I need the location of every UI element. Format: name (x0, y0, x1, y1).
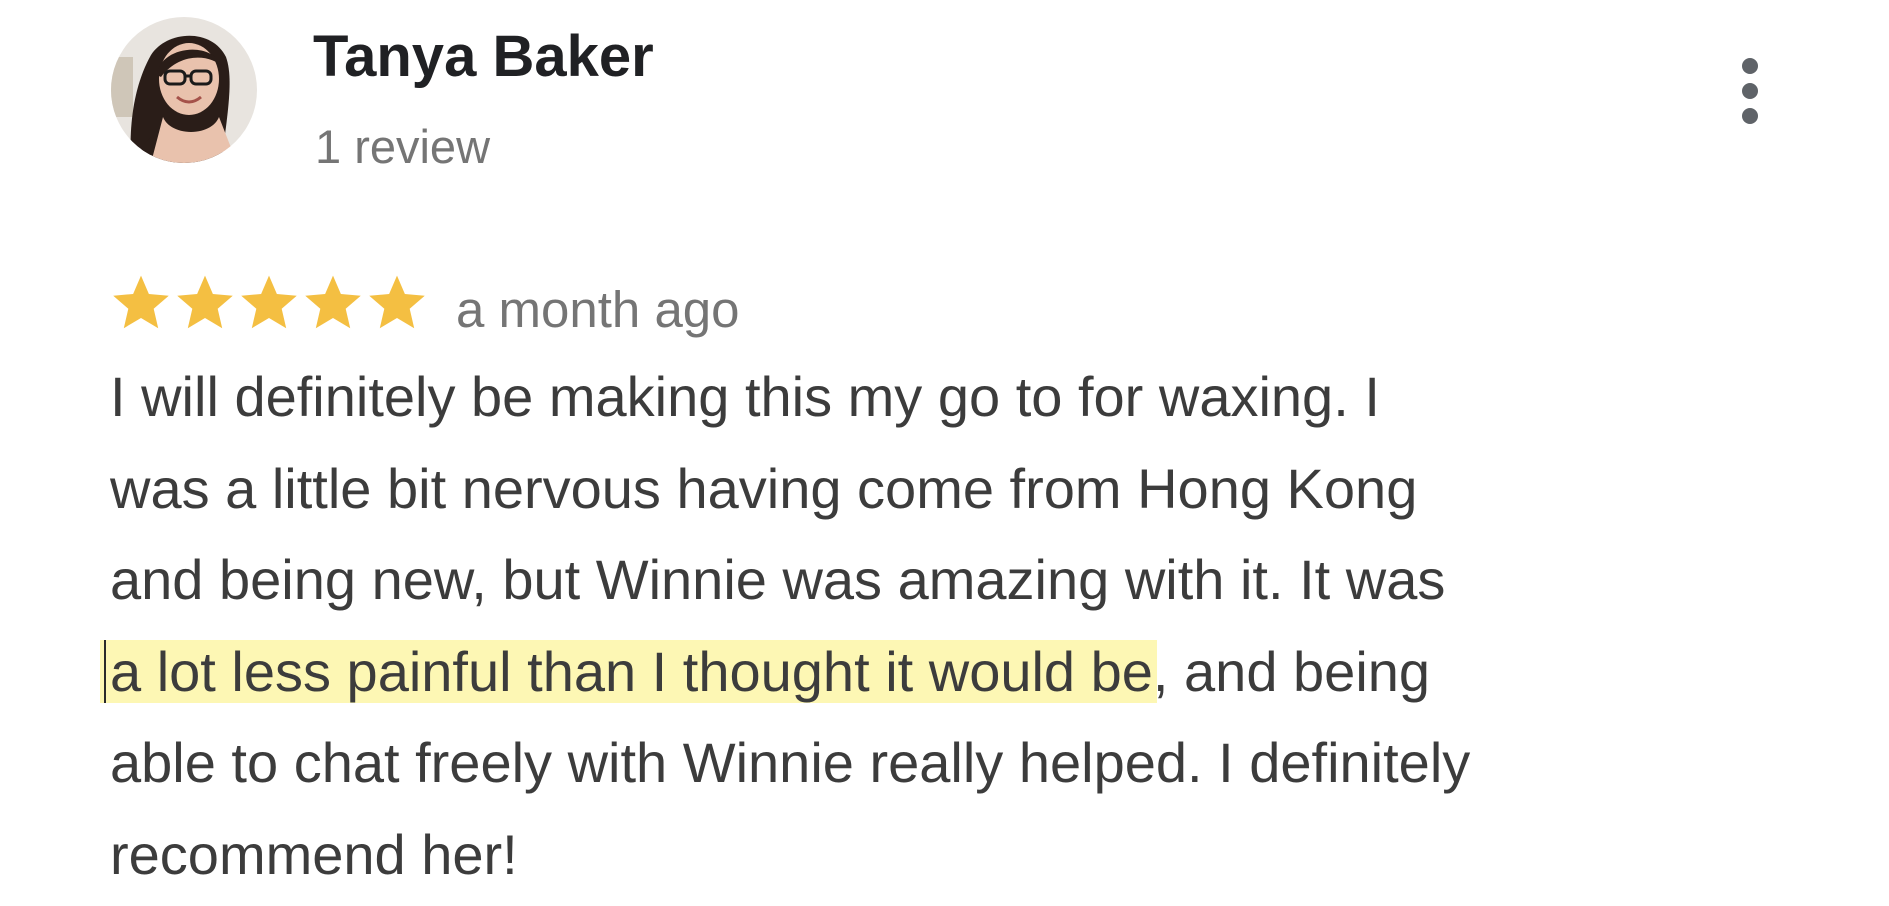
review-text-segment: recommend her! (110, 822, 518, 886)
review-text: I will definitely be making this my go t… (104, 351, 1800, 901)
review-text-segment: and being new, but Winnie was amazing wi… (110, 548, 1446, 611)
star-rating (110, 270, 430, 334)
star-icon (305, 275, 361, 329)
more-options-button[interactable] (1730, 55, 1770, 127)
review-text-segment: I will definitely be making this my go t… (110, 365, 1380, 428)
more-vert-icon (1742, 58, 1758, 124)
review-text-line: able to chat freely with Winnie really h… (110, 717, 1800, 809)
reviewer-name[interactable]: Tanya Baker (313, 22, 654, 92)
star-icon (177, 275, 233, 329)
star-icon (241, 275, 297, 329)
review-text-line: and being new, but Winnie was amazing wi… (110, 534, 1800, 626)
review-text-line: a lot less painful than I thought it wou… (104, 626, 1800, 718)
review-text-segment: able to chat freely with Winnie really h… (110, 731, 1471, 794)
reviewer-avatar[interactable] (111, 17, 257, 163)
review-text-line: recommend her! (110, 809, 1800, 901)
avatar-photo (111, 17, 257, 163)
review-text-line: was a little bit nervous having come fro… (110, 443, 1800, 535)
review-text-segment: , and being (1152, 639, 1431, 703)
star-icon (369, 275, 425, 329)
reviewer-review-count: 1 review (315, 120, 491, 173)
review-text-line: I will definitely be making this my go t… (110, 351, 1800, 443)
star-icon (113, 275, 169, 329)
review-text-segment: was a little bit nervous having come fro… (110, 456, 1418, 520)
review-date: a month ago (456, 281, 740, 338)
highlighted-text[interactable]: a lot less painful than I thought it wou… (104, 639, 1153, 703)
